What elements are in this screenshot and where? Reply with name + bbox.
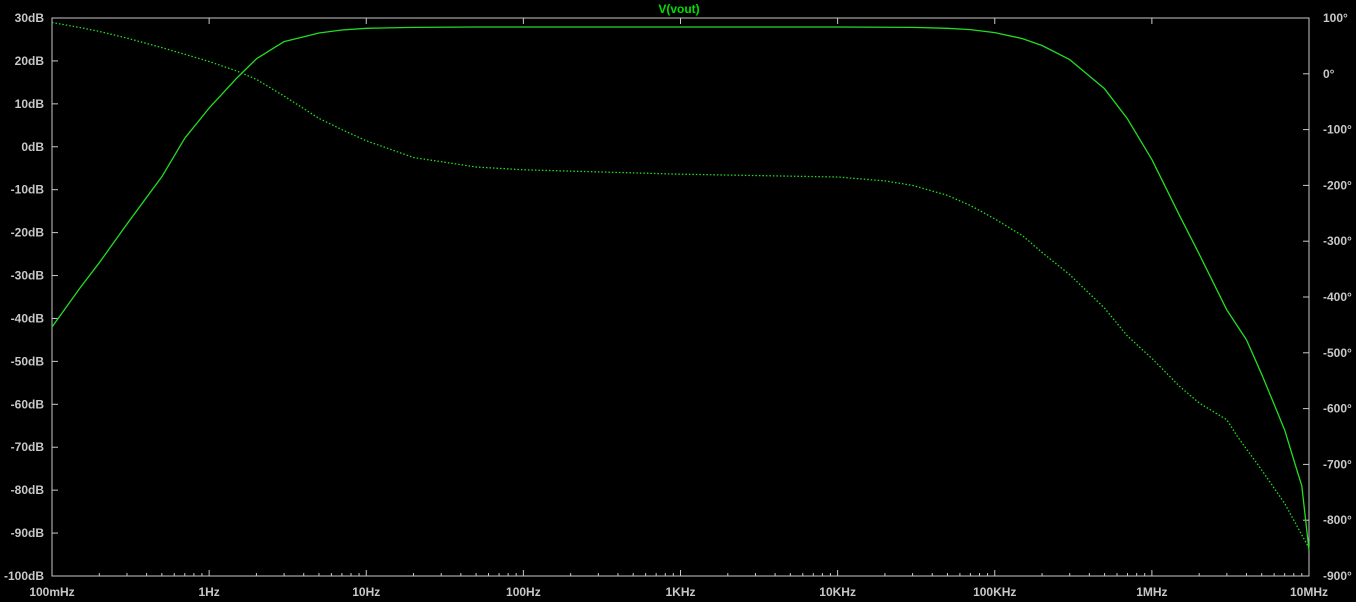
y-tick-label: -40dB [11, 311, 45, 325]
x-tick-label: 1MHz [1136, 585, 1167, 599]
x-tick-label: 1Hz [198, 585, 219, 599]
y-tick-label: -60dB [11, 397, 45, 411]
plot-background [0, 0, 1356, 602]
y2-tick-label: 0° [1323, 67, 1335, 81]
y2-tick-label: -400° [1323, 290, 1352, 304]
x-tick-label: 100KHz [973, 585, 1016, 599]
x-tick-label: 100mHz [29, 585, 74, 599]
x-tick-label: 10KHz [819, 585, 856, 599]
y2-tick-label: -300° [1323, 234, 1352, 248]
bode-plot: V(vout) 100mHz 1Hz 10Hz 100Hz 1KHz 10KHz 100KH… [0, 0, 1356, 602]
y-tick-label: -90dB [11, 526, 45, 540]
chart-title: V(vout) [658, 2, 699, 16]
y2-tick-label: -600° [1323, 402, 1352, 416]
x-tick-label: 100Hz [506, 585, 541, 599]
y2-tick-label: -900° [1323, 569, 1352, 583]
y-tick-label: -30dB [11, 269, 45, 283]
x-tick-label: 10MHz [1290, 585, 1328, 599]
x-tick-label: 1KHz [665, 585, 695, 599]
y2-tick-label: -100° [1323, 123, 1352, 137]
y-tick-label: -10dB [11, 183, 45, 197]
y2-tick-label: -200° [1323, 178, 1352, 192]
y-tick-label: -100dB [4, 569, 44, 583]
y-tick-label: 10dB [15, 97, 45, 111]
y-tick-label: 30dB [15, 11, 45, 25]
y-tick-label: -70dB [11, 440, 45, 454]
y2-tick-label: -700° [1323, 457, 1352, 471]
y-tick-label: -80dB [11, 483, 45, 497]
y-tick-label: 20dB [15, 54, 45, 68]
y2-tick-label: 100° [1323, 11, 1348, 25]
y-tick-label: -20dB [11, 226, 45, 240]
x-tick-label: 10Hz [352, 585, 380, 599]
y2-tick-label: -500° [1323, 346, 1352, 360]
y2-tick-label: -800° [1323, 513, 1352, 527]
y-tick-label: 0dB [21, 140, 44, 154]
y-tick-label: -50dB [11, 354, 45, 368]
